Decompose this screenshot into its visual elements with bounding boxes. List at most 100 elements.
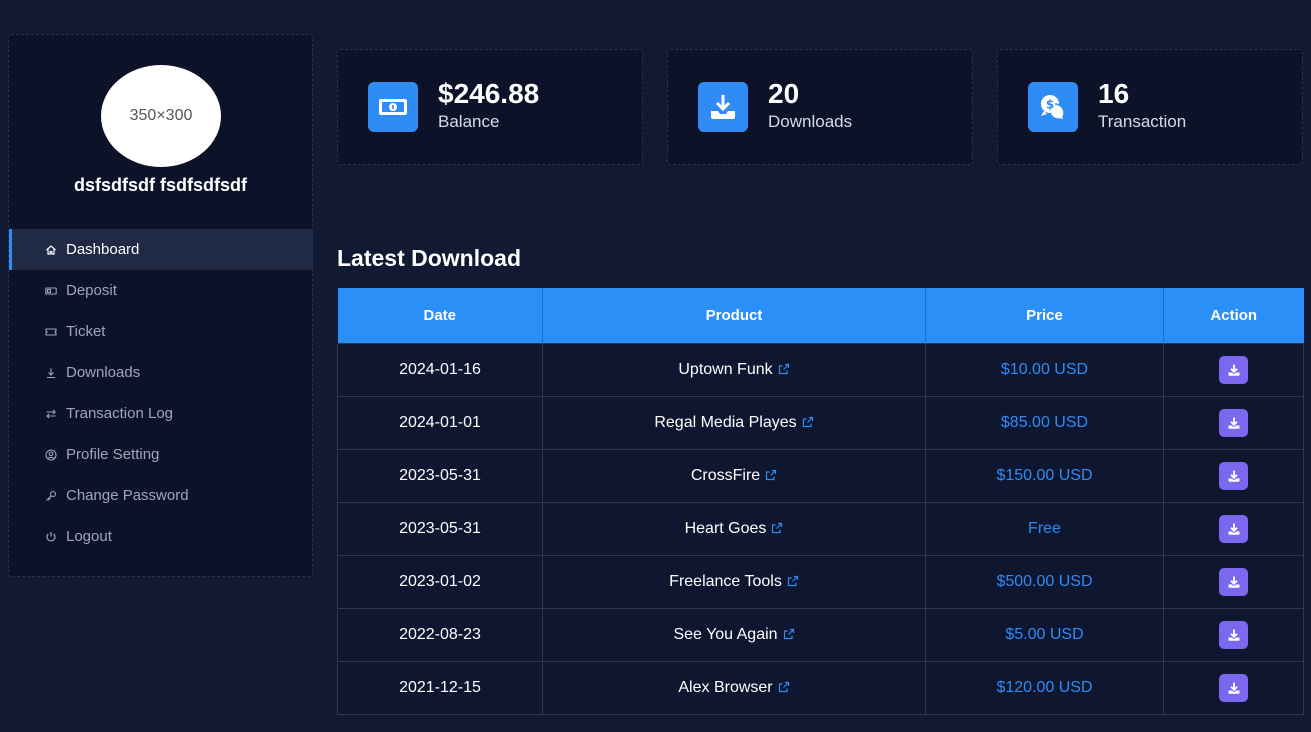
download-icon bbox=[1227, 522, 1241, 536]
download-button[interactable] bbox=[1219, 620, 1248, 649]
price-value: Free bbox=[1028, 519, 1061, 537]
avatar-placeholder-text: 350×300 bbox=[129, 107, 193, 124]
product-name[interactable]: Uptown Funk bbox=[678, 361, 772, 378]
user-circle-icon bbox=[44, 448, 58, 462]
table-row: 2022-08-23 See You Again $5.00 USD bbox=[337, 607, 1304, 662]
product-name[interactable]: Alex Browser bbox=[678, 679, 772, 696]
download-button[interactable] bbox=[1219, 514, 1248, 543]
table-row: 2024-01-01 Regal Media Playes $85.00 USD bbox=[337, 395, 1304, 450]
price-value: $5.00 USD bbox=[1005, 625, 1084, 643]
stat-label: Downloads bbox=[768, 112, 853, 131]
external-link-icon[interactable] bbox=[783, 627, 795, 639]
sidebar-item-dashboard[interactable]: Dashboard bbox=[9, 229, 313, 270]
section-title: Latest Download bbox=[337, 245, 522, 271]
external-link-icon[interactable] bbox=[765, 468, 777, 480]
table-body: 2024-01-16 Uptown Funk $10.00 USD 2024-01-0… bbox=[337, 342, 1304, 715]
sidebar-item-profile-setting[interactable]: Profile Setting bbox=[9, 434, 313, 475]
column-header-action: Action bbox=[1163, 288, 1304, 343]
table-header-row: Date Product Price Action bbox=[337, 288, 1304, 343]
download-button[interactable] bbox=[1219, 567, 1248, 596]
product-link[interactable]: Alex Browser bbox=[678, 679, 789, 696]
date-cell: 2024-01-01 bbox=[337, 395, 543, 450]
product-cell: See You Again bbox=[542, 607, 926, 662]
date-value: 2021-12-15 bbox=[399, 678, 481, 696]
price-cell: $85.00 USD bbox=[925, 395, 1164, 450]
download-icon bbox=[1227, 681, 1241, 695]
date-value: 2024-01-16 bbox=[399, 360, 481, 378]
product-link[interactable]: Regal Media Playes bbox=[654, 414, 813, 431]
stat-label: Balance bbox=[438, 112, 500, 131]
download-icon bbox=[44, 366, 58, 380]
chat-dollar-icon: $ bbox=[1028, 82, 1078, 132]
external-link-icon[interactable] bbox=[778, 362, 790, 374]
price-cell: $5.00 USD bbox=[925, 607, 1164, 662]
product-cell: Regal Media Playes bbox=[542, 395, 926, 450]
price-cell: Free bbox=[925, 501, 1164, 556]
date-cell: 2023-05-31 bbox=[337, 448, 543, 503]
sidebar-menu: Dashboard Deposit Ticket Downloads Trans… bbox=[9, 229, 313, 557]
date-value: 2023-05-31 bbox=[399, 466, 481, 484]
download-icon bbox=[1227, 469, 1241, 483]
date-cell: 2023-01-02 bbox=[337, 554, 543, 609]
stat-card-balance: $246.88 Balance bbox=[337, 49, 643, 165]
price-cell: $500.00 USD bbox=[925, 554, 1164, 609]
product-link[interactable]: CrossFire bbox=[691, 467, 777, 484]
product-cell: Uptown Funk bbox=[542, 342, 926, 397]
sidebar-item-label: Dashboard bbox=[66, 241, 140, 258]
product-link[interactable]: See You Again bbox=[673, 626, 794, 643]
product-link[interactable]: Heart Goes bbox=[685, 520, 784, 537]
sidebar-item-transaction-log[interactable]: Transaction Log bbox=[9, 393, 313, 434]
sidebar-item-label: Change Password bbox=[66, 487, 189, 504]
price-value: $85.00 USD bbox=[1000, 413, 1089, 431]
external-link-icon[interactable] bbox=[771, 521, 783, 533]
sidebar-item-deposit[interactable]: Deposit bbox=[9, 270, 313, 311]
download-icon bbox=[1227, 575, 1241, 589]
product-cell: Alex Browser bbox=[542, 660, 926, 715]
svg-text:$: $ bbox=[1046, 98, 1054, 112]
external-link-icon[interactable] bbox=[787, 574, 799, 586]
sidebar-item-label: Ticket bbox=[66, 323, 106, 340]
download-icon bbox=[1227, 363, 1241, 377]
date-value: 2024-01-01 bbox=[399, 413, 481, 431]
product-name[interactable]: Heart Goes bbox=[685, 520, 767, 537]
sidebar-item-logout[interactable]: Logout bbox=[9, 516, 313, 557]
transfer-icon bbox=[44, 407, 58, 421]
key-icon bbox=[44, 489, 58, 503]
product-name[interactable]: Freelance Tools bbox=[669, 573, 782, 590]
action-cell bbox=[1163, 501, 1304, 556]
ticket-icon bbox=[44, 325, 58, 339]
product-name[interactable]: See You Again bbox=[673, 626, 777, 643]
action-cell bbox=[1163, 448, 1304, 503]
home-icon bbox=[44, 243, 58, 257]
price-value: $500.00 USD bbox=[996, 572, 1093, 590]
download-button[interactable] bbox=[1219, 355, 1248, 384]
download-button[interactable] bbox=[1219, 408, 1248, 437]
stat-value: 16 bbox=[1098, 78, 1130, 109]
product-cell: Freelance Tools bbox=[542, 554, 926, 609]
table-row: 2023-05-31 Heart Goes Free bbox=[337, 501, 1304, 556]
price-value: $120.00 USD bbox=[996, 678, 1093, 696]
download-tray-icon bbox=[698, 82, 748, 132]
money-icon bbox=[44, 284, 58, 298]
sidebar: 350×300 dsfsdfsdf fsdfsdfsdf Dashboard D… bbox=[8, 34, 313, 577]
date-value: 2023-01-02 bbox=[399, 572, 481, 590]
sidebar-item-change-password[interactable]: Change Password bbox=[9, 475, 313, 516]
price-value: $150.00 USD bbox=[996, 466, 1093, 484]
product-link[interactable]: Uptown Funk bbox=[678, 361, 789, 378]
product-name[interactable]: Regal Media Playes bbox=[654, 414, 796, 431]
sidebar-item-ticket[interactable]: Ticket bbox=[9, 311, 313, 352]
product-name[interactable]: CrossFire bbox=[691, 467, 760, 484]
external-link-icon[interactable] bbox=[802, 415, 814, 427]
external-link-icon[interactable] bbox=[778, 680, 790, 692]
column-header-product: Product bbox=[542, 288, 926, 343]
sidebar-item-label: Transaction Log bbox=[66, 405, 174, 422]
download-button[interactable] bbox=[1219, 673, 1248, 702]
product-cell: CrossFire bbox=[542, 448, 926, 503]
sidebar-item-downloads[interactable]: Downloads bbox=[9, 352, 313, 393]
table-row: 2024-01-16 Uptown Funk $10.00 USD bbox=[337, 342, 1304, 397]
date-cell: 2022-08-23 bbox=[337, 607, 543, 662]
download-button[interactable] bbox=[1219, 461, 1248, 490]
table-row: 2023-01-02 Freelance Tools $500.00 USD bbox=[337, 554, 1304, 609]
product-link[interactable]: Freelance Tools bbox=[669, 573, 799, 590]
stat-label: Transaction bbox=[1098, 112, 1187, 131]
